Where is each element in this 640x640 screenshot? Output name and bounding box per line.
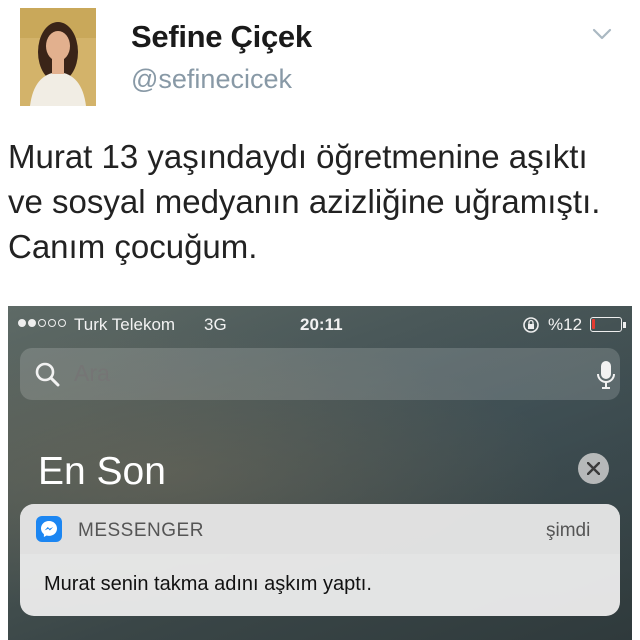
- battery-level: [592, 319, 595, 329]
- network-type: 3G: [204, 315, 227, 334]
- signal-dot: [28, 319, 36, 327]
- battery-icon: [590, 317, 622, 332]
- signal-dot: [58, 319, 66, 327]
- battery-percent: %12: [548, 315, 583, 334]
- close-icon: [587, 462, 600, 475]
- messenger-icon: [36, 516, 62, 542]
- notification-message: Murat senin takma adını aşkım yaptı.: [44, 573, 372, 595]
- search-bar[interactable]: [20, 348, 620, 400]
- notification-time: şimdi: [546, 520, 591, 541]
- user-handle[interactable]: @sefinecicek: [131, 64, 292, 95]
- status-time: 20:11: [300, 315, 343, 334]
- notification-app-name: MESSENGER: [78, 520, 204, 541]
- avatar-photo: [20, 8, 96, 106]
- display-name[interactable]: Sefine Çiçek: [131, 19, 312, 55]
- tweet-text: Murat 13 yaşındaydı öğretmenine aşıktı v…: [8, 138, 601, 265]
- rotation-lock-icon: [523, 317, 539, 333]
- battery-nub: [623, 322, 626, 328]
- messenger-bolt-icon: [41, 521, 57, 537]
- clear-notifications-button[interactable]: [578, 453, 609, 484]
- signal-dot: [38, 319, 46, 327]
- signal-dot: [48, 319, 56, 327]
- signal-dot: [18, 319, 26, 327]
- avatar[interactable]: [20, 8, 96, 106]
- status-bar: Turk Telekom 3G 20:11 %12: [8, 306, 632, 342]
- search-input[interactable]: [74, 360, 554, 387]
- notification-header: MESSENGER şimdi: [20, 504, 620, 554]
- tweet-card: Sefine Çiçek @sefinecicek Murat 13 yaşın…: [0, 0, 640, 300]
- phone-screenshot: Turk Telekom 3G 20:11 %12 En Son: [8, 306, 632, 640]
- signal-strength-icon: [18, 319, 66, 327]
- notification-card[interactable]: MESSENGER şimdi Murat senin takma adını …: [20, 504, 620, 616]
- search-icon: [35, 362, 60, 387]
- microphone-icon[interactable]: [596, 360, 616, 390]
- section-title: En Son: [38, 450, 166, 493]
- carrier-name: Turk Telekom: [74, 315, 176, 334]
- chevron-down-icon[interactable]: [590, 24, 614, 44]
